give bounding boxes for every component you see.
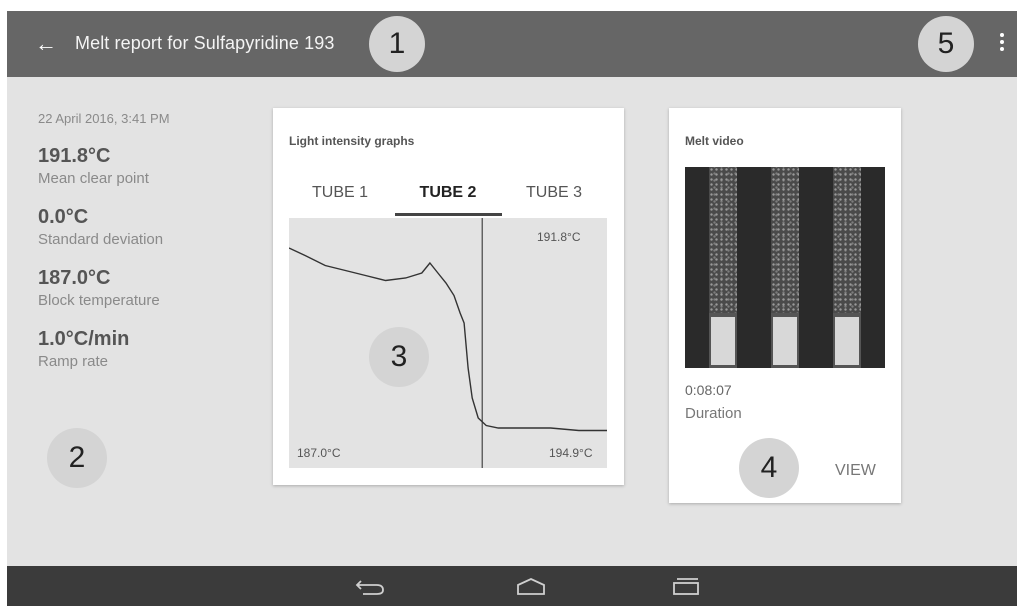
x-start-label: 187.0°C (297, 446, 341, 460)
stat-value: 191.8°C (38, 145, 111, 167)
melt-summary: 22 April 2016, 3:41 PM 191.8°C Mean clea… (38, 111, 248, 370)
app-bar: ← Melt report for Sulfapyridine 193 1 5 (7, 11, 1017, 77)
stat-value: 1.0°C/min (38, 328, 130, 350)
tablet-screen: ← Melt report for Sulfapyridine 193 1 5 … (7, 11, 1017, 606)
system-nav-bar (7, 566, 1017, 606)
stat-standard-deviation: 0.0°C Standard deviation (38, 206, 248, 248)
plot-svg (289, 218, 607, 468)
video-duration-label: Duration (685, 405, 742, 422)
capillary-tube-1 (709, 167, 737, 368)
stat-value: 187.0°C (38, 267, 111, 289)
nav-recents-button[interactable] (661, 566, 711, 606)
stat-label: Ramp rate (38, 353, 109, 370)
nav-back-button[interactable] (345, 566, 395, 606)
capillary-tube-3 (833, 167, 861, 368)
nav-home-button[interactable] (506, 566, 556, 606)
melt-video-card: Melt video 0:08:07 Duration 4 VIEW (669, 108, 901, 503)
back-nav-icon (355, 580, 384, 595)
stat-label: Mean clear point (38, 170, 149, 187)
back-button[interactable]: ← (31, 29, 61, 59)
melt-video-thumbnail[interactable] (685, 167, 885, 368)
stat-mean-clear-point: 191.8°C Mean clear point (38, 145, 248, 187)
x-end-label: 194.9°C (549, 446, 593, 460)
page-title: Melt report for Sulfapyridine 193 (75, 33, 335, 53)
video-duration-value: 0:08:07 (685, 382, 732, 398)
callout-badge-5: 5 (918, 16, 974, 72)
capillary-tube-2 (771, 167, 799, 368)
tab-tube-2[interactable]: TUBE 2 (393, 178, 503, 216)
card-title: Light intensity graphs (289, 134, 415, 148)
callout-badge-4: 4 (739, 438, 799, 498)
arrow-back-icon: ← (35, 31, 57, 56)
view-video-button[interactable]: VIEW (835, 462, 876, 480)
callout-badge-2: 2 (47, 428, 107, 488)
stat-label: Block temperature (38, 292, 160, 309)
callout-badge-1: 1 (369, 16, 425, 72)
report-date: 22 April 2016, 3:41 PM (38, 111, 170, 126)
light-intensity-card: Light intensity graphs TUBE 1 TUBE 2 TUB… (273, 108, 624, 485)
stat-label: Standard deviation (38, 231, 164, 248)
tab-tube-1[interactable]: TUBE 1 (285, 178, 395, 216)
intensity-series-line-1 (289, 247, 607, 432)
active-tab-indicator (395, 213, 502, 216)
home-nav-icon (517, 578, 545, 595)
clear-point-label: 191.8°C (537, 230, 581, 244)
tube-tabs: TUBE 1 TUBE 2 TUBE 3 (273, 178, 624, 218)
overflow-menu-icon (993, 33, 1011, 51)
stat-value: 0.0°C (38, 206, 89, 228)
tab-tube-3[interactable]: TUBE 3 (499, 178, 609, 216)
overflow-menu-button[interactable] (993, 30, 1011, 58)
stat-ramp-rate: 1.0°C/min Ramp rate (38, 328, 248, 370)
stat-block-temperature: 187.0°C Block temperature (38, 267, 248, 309)
card-title: Melt video (685, 134, 744, 148)
callout-badge-3: 3 (369, 327, 429, 387)
light-intensity-plot[interactable]: 191.8°C 187.0°C 194.9°C 3 (289, 218, 607, 468)
recents-nav-icon (673, 578, 699, 595)
